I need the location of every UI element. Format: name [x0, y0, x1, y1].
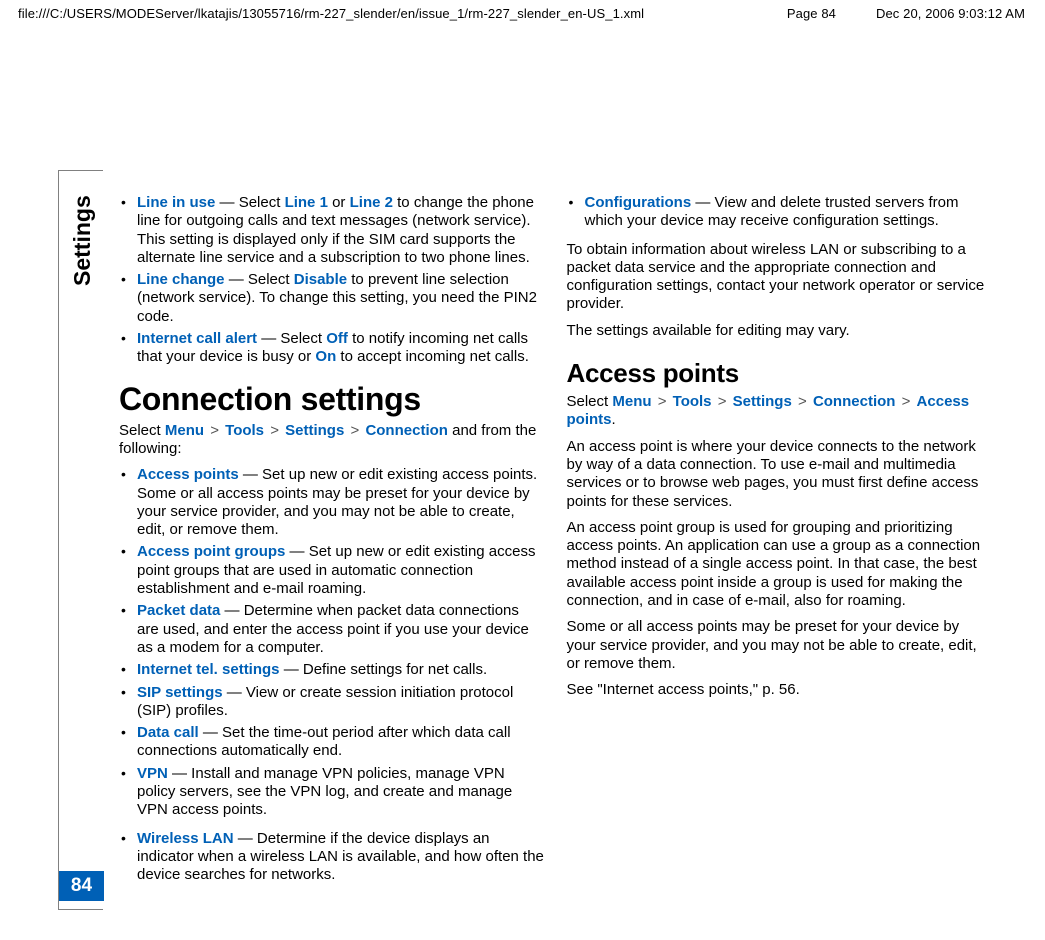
keyword: Packet data: [137, 602, 220, 619]
chevron-right-icon: >: [208, 422, 221, 439]
list-item: Line change — Select Disable to prevent …: [119, 271, 545, 326]
header-right: Page 84 Dec 20, 2006 9:03:12 AM: [787, 6, 1025, 21]
list-item: Line in use — Select Line 1 or Line 2 to…: [119, 194, 545, 267]
list-item: Access points — Set up new or edit exist…: [119, 466, 545, 539]
keyword: SIP settings: [137, 684, 223, 701]
page-indicator: Page 84: [787, 6, 836, 21]
chevron-right-icon: >: [656, 393, 669, 410]
chevron-right-icon: >: [349, 422, 362, 439]
text: — Select: [225, 271, 294, 288]
crumb-item: Connection: [813, 393, 896, 410]
text: — Define settings for net calls.: [280, 661, 488, 678]
keyword: Configurations: [585, 194, 692, 211]
chevron-right-icon: >: [268, 422, 281, 439]
list-item: Configurations — View and delete trusted…: [567, 194, 993, 231]
list-item: VPN — Install and manage VPN policies, m…: [119, 765, 545, 820]
option: Line 2: [350, 194, 393, 211]
crumb-item: Settings: [733, 393, 792, 410]
keyword: VPN: [137, 765, 168, 782]
page-content: Line in use — Select Line 1 or Line 2 to…: [103, 170, 998, 910]
crumb-item: Connection: [365, 422, 448, 439]
crumb-item: Menu: [612, 393, 651, 410]
list-item: Packet data — Determine when packet data…: [119, 602, 545, 657]
keyword: Line change: [137, 271, 225, 288]
keyword: Line in use: [137, 194, 215, 211]
keyword: Wireless LAN: [137, 830, 234, 847]
page-frame: Settings 84 Line in use — Select Line 1 …: [58, 170, 998, 910]
list-item: Internet call alert — Select Off to noti…: [119, 330, 545, 367]
paragraph: To obtain information about wireless LAN…: [567, 241, 993, 314]
text: — Select: [215, 194, 284, 211]
text: Select: [567, 393, 613, 410]
list-item: SIP settings — View or create session in…: [119, 684, 545, 721]
connection-list: Access points — Set up new or edit exist…: [119, 466, 545, 819]
list-item: Access point groups — Set up new or edit…: [119, 543, 545, 598]
text: or: [328, 194, 350, 211]
page-header: file:///C:/USERS/MODEServer/lkatajis/130…: [0, 0, 1045, 25]
text: to accept incoming net calls.: [336, 348, 529, 365]
keyword: Data call: [137, 724, 199, 741]
chevron-right-icon: >: [900, 393, 913, 410]
option: Disable: [294, 271, 347, 288]
settings-list-top: Line in use — Select Line 1 or Line 2 to…: [119, 194, 545, 367]
text: — Select: [257, 330, 326, 347]
list-item: Data call — Set the time-out period afte…: [119, 724, 545, 761]
text: — Install and manage VPN policies, manag…: [137, 765, 512, 819]
side-tab: Settings 84: [58, 170, 103, 910]
paragraph: See "Internet access points," p. 56.: [567, 681, 993, 699]
file-path: file:///C:/USERS/MODEServer/lkatajis/130…: [18, 6, 644, 21]
list-item: Wireless LAN — Determine if the device d…: [119, 830, 545, 885]
heading-connection-settings: Connection settings: [119, 381, 545, 418]
chevron-right-icon: >: [796, 393, 809, 410]
paragraph: Some or all access points may be preset …: [567, 618, 993, 673]
section-label: Settings: [69, 256, 96, 286]
timestamp: Dec 20, 2006 9:03:12 AM: [876, 6, 1025, 21]
paragraph: The settings available for editing may v…: [567, 322, 993, 340]
crumb-item: Tools: [225, 422, 264, 439]
keyword: Internet tel. settings: [137, 661, 280, 678]
chevron-right-icon: >: [716, 393, 729, 410]
option: Line 1: [285, 194, 328, 211]
breadcrumb: Select Menu > Tools > Settings > Connect…: [119, 422, 545, 459]
keyword: Access point groups: [137, 543, 285, 560]
crumb-item: Menu: [165, 422, 204, 439]
keyword: Access points: [137, 466, 239, 483]
list-item: Internet tel. settings — Define settings…: [119, 661, 545, 679]
option: Off: [326, 330, 348, 347]
paragraph: An access point is where your device con…: [567, 438, 993, 511]
page-number: 84: [59, 871, 104, 901]
option: On: [315, 348, 336, 365]
keyword: Internet call alert: [137, 330, 257, 347]
text: Select: [119, 422, 165, 439]
breadcrumb: Select Menu > Tools > Settings > Connect…: [567, 393, 993, 430]
text: .: [612, 411, 616, 428]
crumb-item: Tools: [673, 393, 712, 410]
paragraph: An access point group is used for groupi…: [567, 519, 993, 610]
crumb-item: Settings: [285, 422, 344, 439]
heading-access-points: Access points: [567, 358, 993, 389]
